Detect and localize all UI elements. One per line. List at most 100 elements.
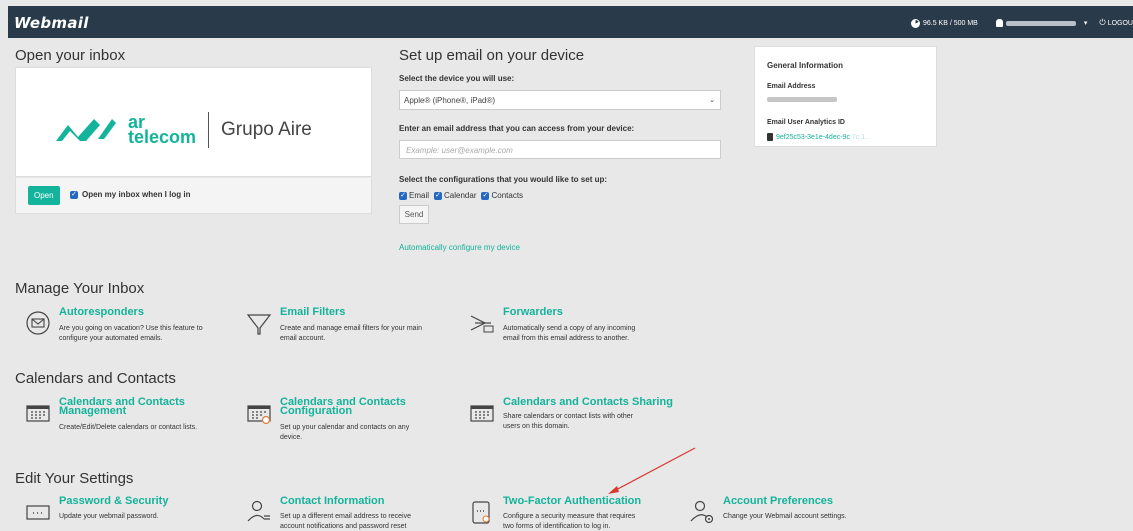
brand-telecom: telecom: [128, 127, 197, 147]
device-label: Select the device you will use:: [399, 74, 515, 83]
account-preferences-title[interactable]: Account Preferences: [723, 496, 833, 507]
inbox-brand-panel: ar telecom Grupo Aire: [15, 67, 372, 177]
autoresponders-desc-1: Are you going on vacation? Use this feat…: [59, 325, 203, 332]
contacts-checkbox[interactable]: ✓ Contacts: [481, 191, 523, 200]
calendars-sharing-desc-1: Share calendars or contact lists with ot…: [503, 413, 633, 420]
brand-logo: ar telecom Grupo Aire: [54, 112, 312, 148]
calendars-configuration-title-2[interactable]: Configuration: [280, 406, 352, 417]
checkbox-checked-icon: ✓: [434, 191, 443, 200]
calendars-configuration-desc-2: device.: [280, 434, 303, 441]
manage-inbox-title: Manage Your Inbox: [15, 280, 145, 297]
quota-text: 96.5 KB / 500 MB: [922, 19, 978, 27]
autoresponder-icon: [26, 311, 50, 335]
checkbox-checked-icon: ✓: [70, 190, 78, 199]
two-factor-desc-1: Configure a security measure that requir…: [503, 513, 636, 520]
copy-icon[interactable]: [767, 133, 773, 141]
password-security-title[interactable]: Password & Security: [59, 496, 168, 507]
logout-icon: ⏻: [1099, 18, 1106, 27]
general-information-card: General Information Email Address Email …: [754, 46, 937, 147]
email-filters-desc-2: email account.: [280, 335, 326, 342]
account-preferences-icon: [690, 500, 714, 524]
password-icon: [26, 505, 50, 520]
calendars-configuration-feature[interactable]: Calendars and Contacts Configuration Set…: [246, 397, 461, 447]
calendars-management-desc-1: Create/Edit/Delete calendars or contact …: [59, 424, 198, 431]
email-filters-desc-1: Create and manage email filters for your…: [280, 325, 423, 332]
analytics-id-value[interactable]: 9ef25c53-3e1e-4dec-9c 7c 1...: [767, 133, 871, 141]
email-checkbox[interactable]: ✓ Email: [399, 191, 429, 200]
contact-info-icon: [247, 500, 270, 522]
password-security-desc-1: Update your webmail password.: [59, 513, 159, 520]
device-email-input[interactable]: Example: user@example.com: [399, 140, 721, 159]
calendars-contacts-title: Calendars and Contacts: [15, 370, 176, 387]
configurations-label: Select the configurations that you would…: [399, 175, 608, 184]
calendar-icon: [26, 405, 50, 422]
forwarders-desc-1: Automatically send a copy of any incomin…: [503, 325, 636, 332]
configurations-checkboxes: ✓ Email ✓ Calendar ✓ Contacts: [399, 191, 528, 200]
filter-icon: [246, 314, 272, 335]
setup-title: Set up email on your device: [399, 47, 585, 64]
two-factor-title[interactable]: Two-Factor Authentication: [503, 496, 641, 507]
top-right-controls: 96.5 KB / 500 MB ▾ ⏻ LOGOU: [910, 15, 1133, 31]
user-email-redacted: [1005, 20, 1076, 26]
autoresponders-desc-2: configure your automated emails.: [59, 335, 163, 342]
calendar-checkbox-label: Calendar: [444, 191, 477, 200]
auto-configure-link[interactable]: Automatically configure my device: [399, 243, 520, 252]
calendar-checkbox[interactable]: ✓ Calendar: [434, 191, 476, 200]
email-filters-title[interactable]: Email Filters: [280, 307, 345, 318]
email-address-redacted: [767, 97, 837, 102]
general-information-title: General Information: [767, 61, 844, 70]
open-inbox-button[interactable]: Open: [28, 186, 60, 205]
webmail-logo[interactable]: Webmail: [14, 14, 89, 32]
email-checkbox-label: Email: [409, 191, 430, 200]
analytics-id-faded: 7c 1...: [851, 133, 872, 141]
calendars-sharing-desc-2: users on this domain.: [503, 423, 570, 430]
send-button[interactable]: Send: [399, 205, 429, 224]
forwarder-icon: [470, 315, 494, 333]
contact-information-feature[interactable]: Contact Information Set up a different e…: [246, 496, 461, 530]
brand-divider: [208, 112, 210, 148]
forwarders-desc-2: email from this email address to another…: [503, 335, 630, 342]
user-menu[interactable]: ▾: [995, 19, 1088, 27]
disk-usage-icon: [910, 18, 920, 28]
contacts-checkbox-label: Contacts: [491, 191, 524, 200]
calendars-management-feature[interactable]: Calendars and Contacts Management Create…: [25, 397, 235, 439]
chevron-down-icon: ⌄: [709, 97, 715, 104]
two-factor-desc-2: two forms of identification to log in.: [503, 523, 611, 530]
checkbox-checked-icon: ✓: [399, 191, 407, 200]
open-on-login-label: Open my inbox when I log in: [82, 190, 191, 199]
top-bar: Webmail 96.5 KB / 500 MB ▾ ⏻ LOGOU: [8, 6, 1133, 38]
calendar-share-icon: [470, 405, 494, 422]
contact-information-title[interactable]: Contact Information: [280, 496, 385, 507]
user-icon: [995, 19, 1003, 27]
account-preferences-feature[interactable]: Account Preferences Change your Webmail …: [689, 496, 889, 526]
open-on-login-checkbox[interactable]: ✓ Open my inbox when I log in: [70, 190, 190, 199]
checkbox-checked-icon: ✓: [481, 191, 490, 200]
forwarders-feature[interactable]: Forwarders Automatically send a copy of …: [469, 307, 679, 347]
calendars-sharing-feature[interactable]: Calendars and Contacts Sharing Share cal…: [469, 397, 709, 439]
autoresponders-title[interactable]: Autoresponders: [59, 307, 144, 318]
logout-link[interactable]: ⏻ LOGOU: [1099, 18, 1133, 28]
password-security-feature[interactable]: Password & Security Update your webmail …: [25, 496, 225, 526]
device-select-value: Apple® (iPhone®, iPad®): [404, 96, 496, 105]
chevron-down-icon: ▾: [1083, 20, 1088, 27]
brand-words: ar telecom: [128, 113, 197, 147]
autoresponders-feature[interactable]: Autoresponders Are you going on vacation…: [25, 307, 235, 347]
calendars-management-title-2[interactable]: Management: [59, 406, 126, 417]
calendar-config-icon: [247, 405, 271, 425]
two-factor-icon: [472, 501, 490, 524]
forwarders-title[interactable]: Forwarders: [503, 307, 563, 318]
logout-label: LOGOU: [1107, 19, 1133, 27]
open-inbox-bar: Open ✓ Open my inbox when I log in: [15, 178, 372, 214]
calendars-sharing-title[interactable]: Calendars and Contacts Sharing: [503, 397, 673, 408]
email-address-label: Enter an email address that you can acce…: [399, 124, 635, 133]
email-address-label: Email Address: [767, 83, 816, 90]
ar-telecom-mark-icon: [56, 119, 116, 141]
edit-settings-title: Edit Your Settings: [15, 470, 134, 487]
contact-information-desc-2: account notifications and password reset: [280, 523, 407, 530]
analytics-id-label: Email User Analytics ID: [767, 119, 845, 126]
email-filters-feature[interactable]: Email Filters Create and manage email fi…: [246, 307, 461, 347]
open-inbox-title: Open your inbox: [15, 47, 126, 64]
two-factor-feature[interactable]: Two-Factor Authentication Configure a se…: [469, 496, 684, 530]
contact-information-desc-1: Set up a different email address to rece…: [280, 513, 412, 520]
device-select[interactable]: Apple® (iPhone®, iPad®) ⌄: [399, 90, 721, 110]
